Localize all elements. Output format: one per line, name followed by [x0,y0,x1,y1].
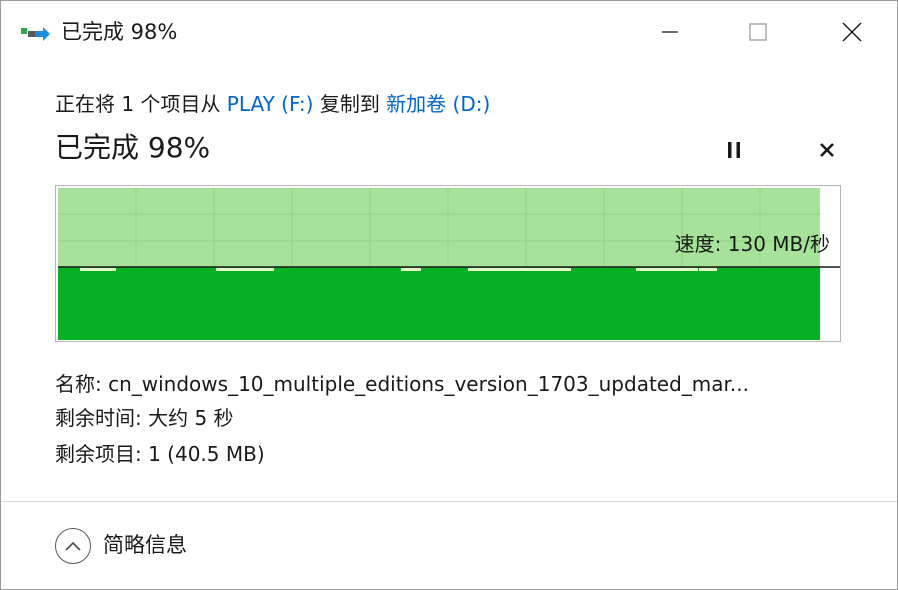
copy-description: 正在将 1 个项目从 PLAY (F:) 复制到 新加卷 (D:) [55,89,490,119]
maximize-icon [749,23,767,41]
close-button[interactable] [821,1,883,63]
speed-line-notch [216,268,268,271]
time-remaining: 剩余时间: 大约 5 秒 [55,406,234,430]
minimize-icon [662,31,678,33]
close-icon [842,22,862,42]
less-details-label[interactable]: 简略信息 [103,530,187,560]
speed-line-notch [545,268,571,271]
dialog-footer: 简略信息 [1,502,897,589]
title-bar[interactable]: 已完成 98% [1,1,897,63]
speed-line-notch [262,268,274,271]
copy-description-prefix: 正在将 1 个项目从 [55,92,227,116]
pause-icon [728,142,740,158]
transfer-speed-graph: 速度: 130 MB/秒 [55,185,841,342]
speed-graph-canvas [58,188,840,340]
minimize-button[interactable] [639,1,701,63]
source-link[interactable]: PLAY (F:) [227,92,314,116]
copy-progress-dialog: 已完成 98% 正在将 1 个项目从 PLAY (F:) 复制到 新加卷 (D:… [0,0,898,590]
maximize-button[interactable] [727,1,789,63]
speed-line-notch [80,268,116,271]
cancel-icon [820,143,834,157]
speed-line-notch [636,268,698,271]
file-name: 名称: cn_windows_10_multiple_editions_vers… [55,372,749,396]
transfer-fill-area [58,267,820,340]
items-remaining: 剩余项目: 1 (40.5 MB) [55,442,265,466]
window-title: 已完成 98% [61,20,178,44]
progress-status: 已完成 98% [55,131,211,164]
copy-description-middle: 复制到 [313,92,387,116]
speed-line-notch [468,268,546,271]
pause-button[interactable] [719,135,749,165]
destination-link[interactable]: 新加卷 (D:) [386,92,490,116]
speed-label: 速度: 130 MB/秒 [674,232,830,256]
cancel-button[interactable] [812,135,842,165]
chevron-up-icon [65,541,81,551]
file-copy-icon [21,27,50,41]
speed-line-notch [401,268,421,271]
less-details-button[interactable] [55,528,91,564]
speed-line-notch [699,268,717,271]
